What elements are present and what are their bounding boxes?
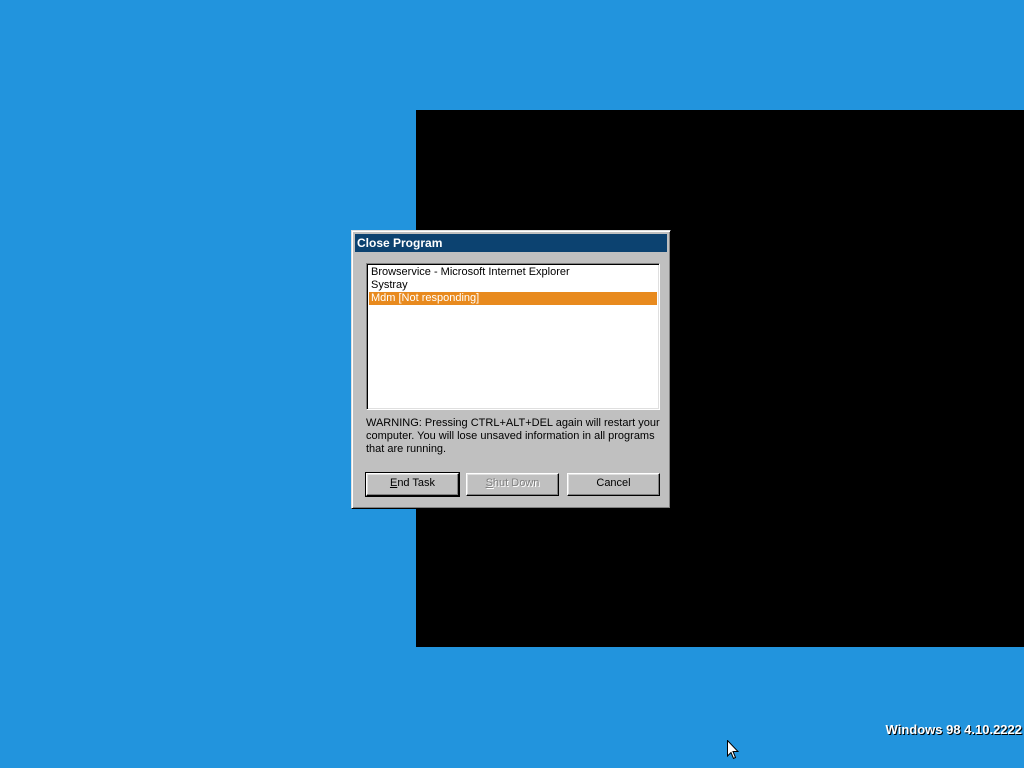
desktop: Close Program Browservice - Microsoft In… — [0, 0, 1024, 768]
dialog-titlebar[interactable]: Close Program — [355, 234, 667, 252]
cancel-button[interactable]: Cancel — [567, 473, 660, 496]
shut-down-label: hut Down — [492, 477, 540, 489]
end-task-button[interactable]: End Task — [365, 472, 460, 497]
warning-text: WARNING: Pressing CTRL+ALT+DEL again wil… — [366, 417, 660, 455]
list-item[interactable]: Browservice - Microsoft Internet Explore… — [369, 266, 657, 279]
end-task-label: nd Task — [397, 477, 436, 489]
close-program-dialog: Close Program Browservice - Microsoft In… — [351, 230, 671, 509]
mouse-pointer-icon — [727, 740, 739, 760]
version-watermark: Windows 98 4.10.2222 — [885, 722, 1022, 737]
list-item[interactable]: Systray — [369, 279, 657, 292]
list-item-selected[interactable]: Mdm [Not responding] — [369, 292, 657, 305]
program-list[interactable]: Browservice - Microsoft Internet Explore… — [366, 263, 660, 410]
dialog-title: Close Program — [357, 236, 443, 250]
shut-down-button[interactable]: Shut Down — [466, 473, 559, 496]
